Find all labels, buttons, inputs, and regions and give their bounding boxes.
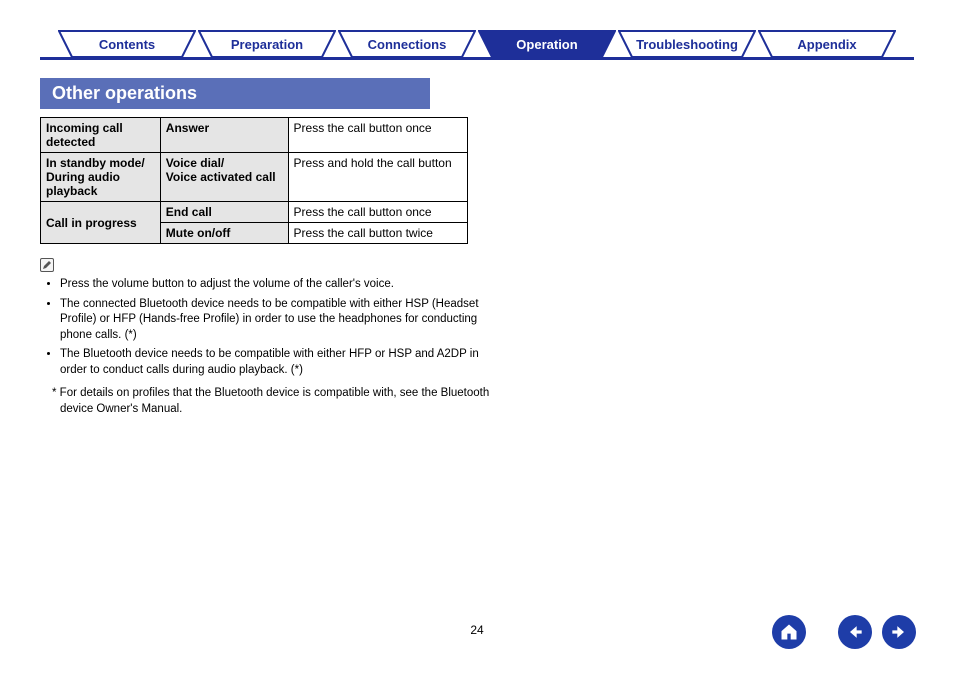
cell-state: Call in progress [41,202,161,244]
cell-instruction: Press the call button once [288,202,467,223]
cell-instruction: Press the call button once [288,118,467,153]
tab-operation[interactable]: Operation [478,30,616,58]
section-title: Other operations [40,78,430,109]
table-row: Call in progress End call Press the call… [41,202,468,223]
cell-action: Voice dial/ Voice activated call [160,153,288,202]
tab-bar: Contents Preparation Connections Operati… [40,30,914,58]
table-row: In standby mode/ During audio playback V… [41,153,468,202]
tab-preparation[interactable]: Preparation [198,30,336,58]
tab-label: Connections [368,37,447,52]
tab-label: Troubleshooting [636,37,738,52]
cell-action: Answer [160,118,288,153]
tab-label: Preparation [231,37,303,52]
prev-button[interactable] [838,615,872,649]
notes-list: Press the volume button to adjust the vo… [46,277,496,378]
nav-buttons [772,615,916,649]
note-item: The Bluetooth device needs to be compati… [60,347,496,378]
note-item: The connected Bluetooth device needs to … [60,297,496,344]
tab-troubleshooting[interactable]: Troubleshooting [618,30,756,58]
tab-label: Operation [516,37,577,52]
note-item: Press the volume button to adjust the vo… [60,277,496,293]
cell-instruction: Press and hold the call button [288,153,467,202]
operations-table: Incoming call detected Answer Press the … [40,117,468,244]
cell-state: In standby mode/ During audio playback [41,153,161,202]
pencil-icon [40,258,54,272]
arrow-right-icon [889,622,909,642]
tab-appendix[interactable]: Appendix [758,30,896,58]
tab-label: Appendix [797,37,856,52]
next-button[interactable] [882,615,916,649]
tab-connections[interactable]: Connections [338,30,476,58]
tab-contents[interactable]: Contents [58,30,196,58]
cell-action: Mute on/off [160,223,288,244]
table-row: Incoming call detected Answer Press the … [41,118,468,153]
cell-instruction: Press the call button twice [288,223,467,244]
home-button[interactable] [772,615,806,649]
tab-label: Contents [99,37,155,52]
cell-action: End call [160,202,288,223]
home-icon [779,622,799,642]
cell-state: Incoming call detected [41,118,161,153]
note-asterisk: * For details on profiles that the Bluet… [50,386,500,417]
arrow-left-icon [845,622,865,642]
